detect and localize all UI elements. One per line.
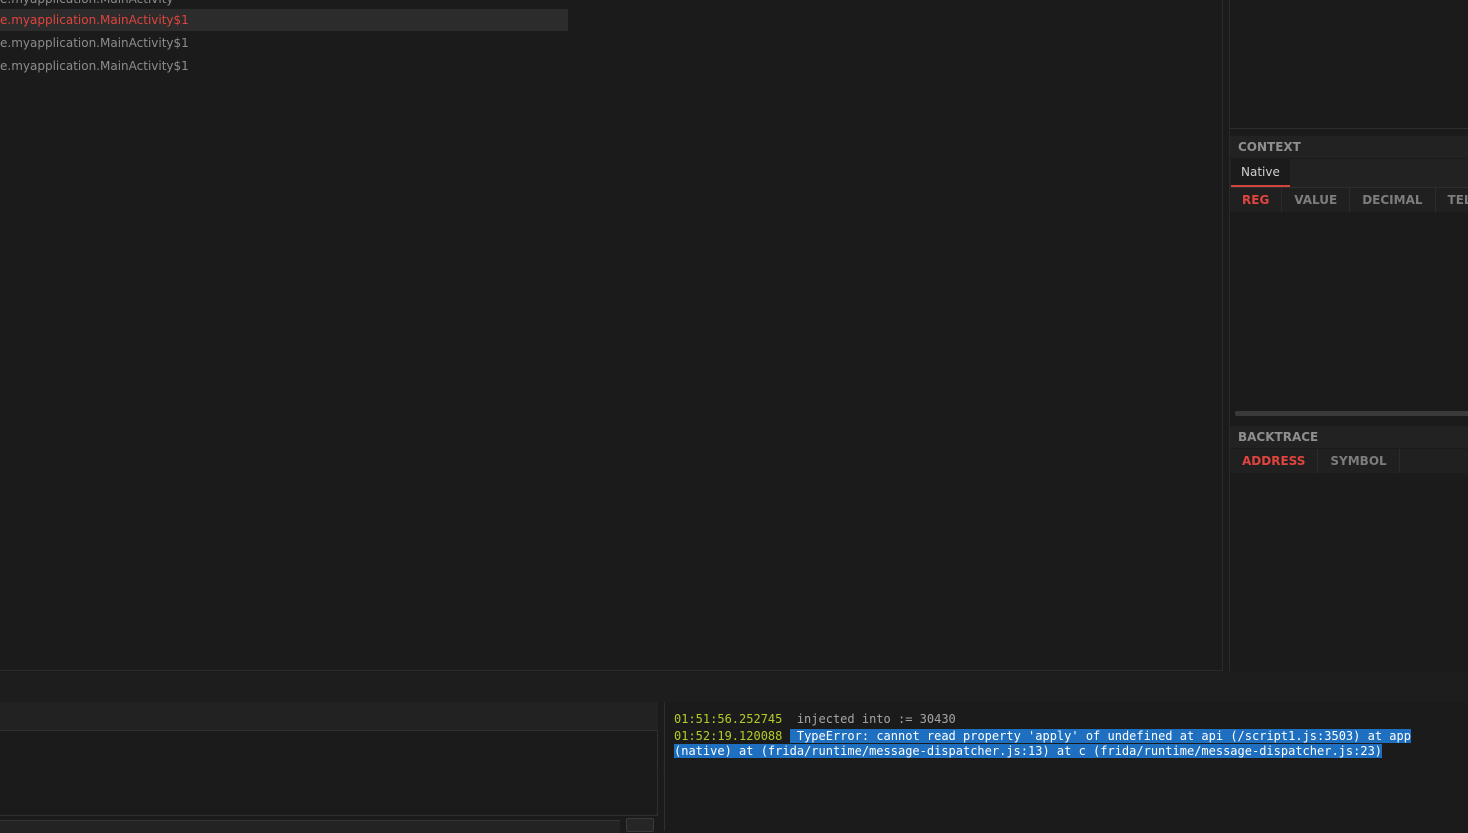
class-list-item[interactable]: e.myapplication.MainActivity$1 — [0, 55, 568, 77]
column-header-telescope[interactable]: TELES — [1436, 188, 1468, 212]
column-header-decimal[interactable]: DECIMAL — [1350, 188, 1436, 212]
command-input[interactable] — [0, 820, 620, 833]
console-output: 01:51:56.252745 injected into := 30430 0… — [664, 702, 1468, 831]
drag-handle-icon[interactable]: ⋮ — [659, 765, 670, 783]
backtrace-title: BACKTRACE — [1230, 426, 1468, 448]
panel-divider — [0, 672, 1468, 702]
right-panel: CONTEXT Native REGVALUEDECIMALTELES BACK… — [1229, 0, 1468, 671]
class-list-panel: e.myapplication.MainActivity e.myapplica… — [0, 0, 1223, 671]
bottom-left-content — [0, 731, 658, 816]
bottom-button[interactable] — [626, 818, 654, 832]
class-list-item[interactable]: e.myapplication.MainActivity$1 — [0, 32, 568, 54]
log-error-message[interactable]: (native) at (frida/runtime/message-dispa… — [674, 744, 1383, 758]
column-header-address[interactable]: ADDRESS — [1230, 449, 1319, 473]
bottom-left-header — [0, 702, 658, 731]
context-title: CONTEXT — [1230, 136, 1468, 158]
class-list-item-selected[interactable]: e.myapplication.MainActivity$1 — [0, 9, 568, 31]
column-header-symbol[interactable]: SYMBOL — [1318, 449, 1400, 473]
context-horizontal-scrollbar[interactable] — [1235, 411, 1468, 416]
memory-box — [1230, 0, 1468, 129]
column-header-value[interactable]: VALUE — [1282, 188, 1351, 212]
log-message: injected into := 30430 — [796, 712, 956, 726]
log-line: 01:52:19.120088 TypeError: cannot read p… — [674, 729, 1411, 744]
log-line: 01:51:56.252745 injected into := 30430 — [674, 712, 956, 727]
context-column-headers: REGVALUEDECIMALTELES — [1230, 188, 1468, 212]
column-header-reg[interactable]: REG — [1230, 188, 1283, 212]
log-line: (native) at (frida/runtime/message-dispa… — [674, 744, 1383, 759]
tab-native[interactable]: Native — [1231, 159, 1290, 187]
backtrace-column-headers: ADDRESS SYMBOL — [1230, 449, 1468, 473]
log-timestamp: 01:52:19.120088 — [674, 729, 783, 743]
bottom-left-panel — [0, 702, 658, 833]
log-error-message[interactable]: TypeError: cannot read property 'apply' … — [789, 729, 1411, 743]
log-timestamp: 01:51:56.252745 — [674, 712, 783, 726]
